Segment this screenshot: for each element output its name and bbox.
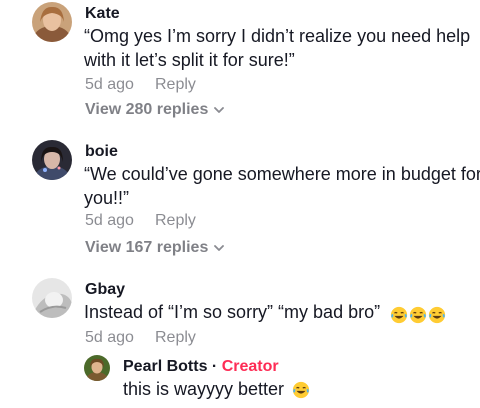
view-replies-button[interactable]: View 167 replies — [85, 239, 225, 257]
avatar-pearl-botts[interactable] — [84, 355, 110, 381]
face-with-tears-of-joy-icon — [391, 306, 408, 323]
comment-text: Instead of “I’m so sorry” “my bad bro” — [84, 300, 446, 325]
face-with-tears-of-joy-icon — [429, 306, 446, 323]
avatar-kate[interactable] — [32, 2, 72, 42]
comment-timestamp: 5d ago — [85, 76, 134, 93]
comment-text-body: Instead of “I’m so sorry” “my bad bro” — [84, 302, 381, 322]
chevron-down-icon — [214, 239, 225, 257]
comment-text-line-2: you!!” — [84, 188, 130, 208]
username[interactable]: boie — [85, 143, 118, 161]
comment-timestamp: 5d ago — [85, 212, 134, 229]
reply-text-body: this is wayyyy better — [123, 379, 285, 399]
avatar-gbay[interactable] — [32, 278, 72, 318]
username[interactable]: Kate — [85, 5, 120, 23]
username[interactable]: Gbay — [85, 281, 125, 299]
reply-author: Pearl Botts · Creator — [123, 358, 279, 376]
emoji-group — [389, 301, 446, 325]
view-replies-button[interactable]: View 280 replies — [85, 101, 225, 119]
face-with-tears-of-joy-icon — [292, 382, 310, 399]
reply-text: this is wayyyy better — [123, 377, 310, 401]
comment-text-line-1: “Omg yes I’m sorry I didn’t realize you … — [84, 26, 471, 46]
username[interactable]: Pearl Botts — [123, 358, 207, 375]
comment-timestamp: 5d ago — [85, 329, 134, 346]
separator-dot: · — [211, 358, 218, 375]
comment-text-line-1: “We could’ve gone somewhere more in budg… — [84, 164, 480, 184]
reply-button[interactable]: Reply — [155, 76, 196, 94]
view-replies-label: View 280 replies — [85, 101, 209, 118]
chevron-down-icon — [214, 101, 225, 119]
avatar-boie[interactable] — [32, 140, 72, 180]
comment-text-line-2: with it let’s split it for sure!” — [84, 50, 295, 70]
view-replies-label: View 167 replies — [85, 239, 209, 256]
face-with-tears-of-joy-icon — [410, 306, 427, 323]
creator-badge: Creator — [221, 358, 279, 375]
reply-button[interactable]: Reply — [155, 212, 196, 230]
reply-button[interactable]: Reply — [155, 329, 196, 347]
